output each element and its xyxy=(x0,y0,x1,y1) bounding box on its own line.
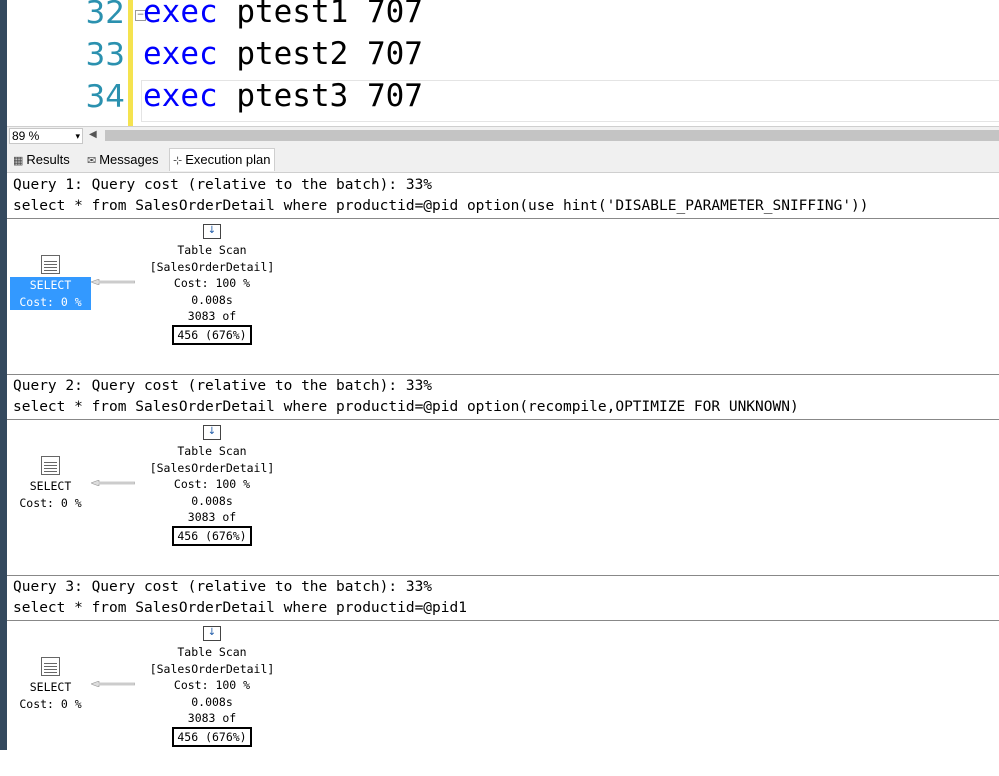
operator-time: 0.008s xyxy=(191,292,233,307)
code-text[interactable]: exec ptest1 707 xyxy=(143,0,423,30)
divider xyxy=(7,575,999,576)
operator-time: 0.008s xyxy=(191,493,233,508)
select-label: SELECT xyxy=(29,680,72,694)
operator-cost: Cost: 100 % xyxy=(173,477,251,491)
zoom-value: 89 % xyxy=(12,129,40,143)
change-indicator xyxy=(128,84,133,126)
divider xyxy=(7,374,999,375)
query-sql-text: select * from SalesOrderDetail where pro… xyxy=(13,399,799,415)
table-scan-icon[interactable]: ↓ xyxy=(203,224,221,239)
query-plan-3: Query 3: Query cost (relative to the bat… xyxy=(7,575,999,776)
select-operator[interactable]: SELECT Cost: 0 % xyxy=(10,277,91,310)
chevron-down-icon[interactable]: ▾ xyxy=(75,129,80,143)
tab-label: Messages xyxy=(99,152,159,167)
query-sql-text: select * from SalesOrderDetail where pro… xyxy=(13,600,467,616)
select-cost: Cost: 0 % xyxy=(19,294,82,309)
grid-icon: ▦ xyxy=(13,155,24,167)
estimated-rows-box: 456 (676%) xyxy=(172,726,252,747)
data-flow-arrow xyxy=(91,681,135,687)
code-args: ptest2 707 xyxy=(217,36,423,72)
change-indicator xyxy=(128,0,133,42)
query-cost-text: Query 1: Query cost (relative to the bat… xyxy=(13,177,433,193)
query-header: Query 1: Query cost (relative to the bat… xyxy=(13,175,869,217)
tab-results[interactable]: ▦ Results xyxy=(10,149,73,171)
line-number: 34 xyxy=(85,79,125,115)
table-scan-operator[interactable]: Table Scan [SalesOrderDetail] Cost: 100 … xyxy=(137,242,287,345)
select-cost: Cost: 0 % xyxy=(19,696,82,711)
query-sql-text: select * from SalesOrderDetail where pro… xyxy=(13,198,869,214)
tab-label: Execution plan xyxy=(185,152,271,167)
query-cost-text: Query 3: Query cost (relative to the bat… xyxy=(13,579,433,595)
code-editor[interactable]: 32 − exec ptest1 707 33 exec ptest2 707 … xyxy=(7,0,999,126)
keyword-exec: exec xyxy=(143,36,218,72)
operator-object: [SalesOrderDetail] xyxy=(149,661,275,676)
table-scan-operator[interactable]: Table Scan [SalesOrderDetail] Cost: 100 … xyxy=(137,644,287,747)
code-text[interactable]: exec ptest3 707 xyxy=(143,78,423,114)
estimated-rows-box: 456 (676%) xyxy=(172,525,252,546)
change-indicator xyxy=(128,42,133,84)
line-number: 33 xyxy=(85,37,125,73)
query-plan-2: Query 2: Query cost (relative to the bat… xyxy=(7,374,999,575)
operator-name: Table Scan xyxy=(177,243,247,257)
tab-label: Results xyxy=(26,152,70,167)
divider xyxy=(7,218,999,219)
table-scan-operator[interactable]: Table Scan [SalesOrderDetail] Cost: 100 … xyxy=(137,443,287,546)
estimated-rows-box: 456 (676%) xyxy=(172,324,252,345)
query-cost-text: Query 2: Query cost (relative to the bat… xyxy=(13,378,433,394)
select-cost: Cost: 0 % xyxy=(19,495,82,510)
operator-name: Table Scan xyxy=(177,645,247,659)
code-text[interactable]: exec ptest2 707 xyxy=(143,36,423,72)
execution-plan-icon: ⊹ xyxy=(173,155,183,167)
operator-time: 0.008s xyxy=(191,694,233,709)
select-label: SELECT xyxy=(29,278,72,292)
data-flow-arrow xyxy=(91,480,135,486)
code-args: ptest3 707 xyxy=(217,78,423,114)
zoom-dropdown[interactable]: 89 % ▾ xyxy=(9,128,83,144)
query-header: Query 2: Query cost (relative to the bat… xyxy=(13,376,799,418)
select-operator-icon[interactable] xyxy=(41,456,60,475)
select-operator[interactable]: SELECT Cost: 0 % xyxy=(10,679,91,712)
query-plan-1: Query 1: Query cost (relative to the bat… xyxy=(7,173,999,374)
select-label: SELECT xyxy=(29,479,72,493)
operator-cost: Cost: 100 % xyxy=(173,276,251,290)
table-scan-icon[interactable]: ↓ xyxy=(203,425,221,440)
tab-execution-plan[interactable]: ⊹ Execution plan xyxy=(169,148,275,171)
tab-messages[interactable]: ✉ Messages xyxy=(84,149,161,171)
code-line-34[interactable]: 34 exec ptest3 707 xyxy=(7,78,999,126)
horizontal-scrollbar-thumb[interactable] xyxy=(105,130,999,141)
operator-actual-rows: 3083 of xyxy=(187,711,237,725)
select-operator[interactable]: SELECT Cost: 0 % xyxy=(10,478,91,511)
window-left-border xyxy=(0,0,7,750)
results-tabbar: ▦ Results ✉ Messages ⊹ Execution plan xyxy=(7,145,999,173)
keyword-exec: exec xyxy=(143,78,218,114)
line-number: 32 xyxy=(85,0,125,31)
operator-object: [SalesOrderDetail] xyxy=(149,259,275,274)
data-flow-arrow xyxy=(91,279,135,285)
table-scan-icon[interactable]: ↓ xyxy=(203,626,221,641)
operator-name: Table Scan xyxy=(177,444,247,458)
select-operator-icon[interactable] xyxy=(41,657,60,676)
divider xyxy=(7,620,999,621)
operator-object: [SalesOrderDetail] xyxy=(149,460,275,475)
divider xyxy=(7,419,999,420)
scroll-left-icon[interactable]: ◀ xyxy=(89,129,97,140)
query-header: Query 3: Query cost (relative to the bat… xyxy=(13,577,467,619)
zoom-scroll-bar: 89 % ▾ ◀ xyxy=(7,126,999,146)
keyword-exec: exec xyxy=(143,0,218,30)
execution-plan-pane[interactable]: Query 1: Query cost (relative to the bat… xyxy=(7,173,999,750)
select-operator-icon[interactable] xyxy=(41,255,60,274)
messages-icon: ✉ xyxy=(87,155,97,167)
operator-actual-rows: 3083 of xyxy=(187,309,237,323)
code-args: ptest1 707 xyxy=(217,0,423,30)
operator-actual-rows: 3083 of xyxy=(187,510,237,524)
operator-cost: Cost: 100 % xyxy=(173,678,251,692)
